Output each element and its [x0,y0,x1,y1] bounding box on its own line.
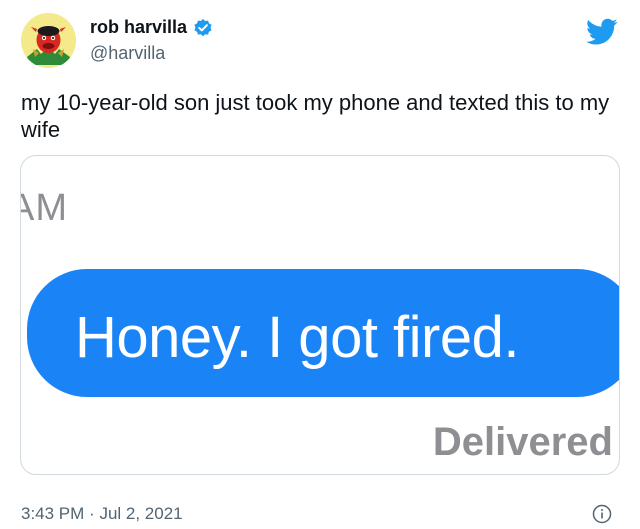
tweet-text: my 10-year-old son just took my phone an… [21,90,610,142]
verified-badge-icon [193,18,213,38]
tweet-date[interactable]: Jul 2, 2021 [99,504,182,523]
delivery-status: Delivered [432,420,613,464]
author-name-text[interactable]: rob harvilla [90,17,187,38]
tweet-card: rob harvilla @harvilla my 10-year-old so… [0,0,640,529]
author-name[interactable]: rob harvilla [90,17,213,38]
message-text: Honey. I got fired. [75,305,520,370]
bird-logo-icon[interactable] [586,18,618,46]
attached-image[interactable]: AM Honey. I got fired. Delivered [20,155,620,475]
info-icon[interactable] [592,504,612,524]
author-handle[interactable]: @harvilla [90,43,165,64]
message-time-fragment: AM [21,187,68,229]
avatar[interactable] [21,13,76,68]
tweet-time[interactable]: 3:43 PM [21,504,84,523]
tweet-timestamp[interactable]: 3:43 PM · Jul 2, 2021 [21,504,183,524]
timestamp-separator: · [89,504,95,523]
